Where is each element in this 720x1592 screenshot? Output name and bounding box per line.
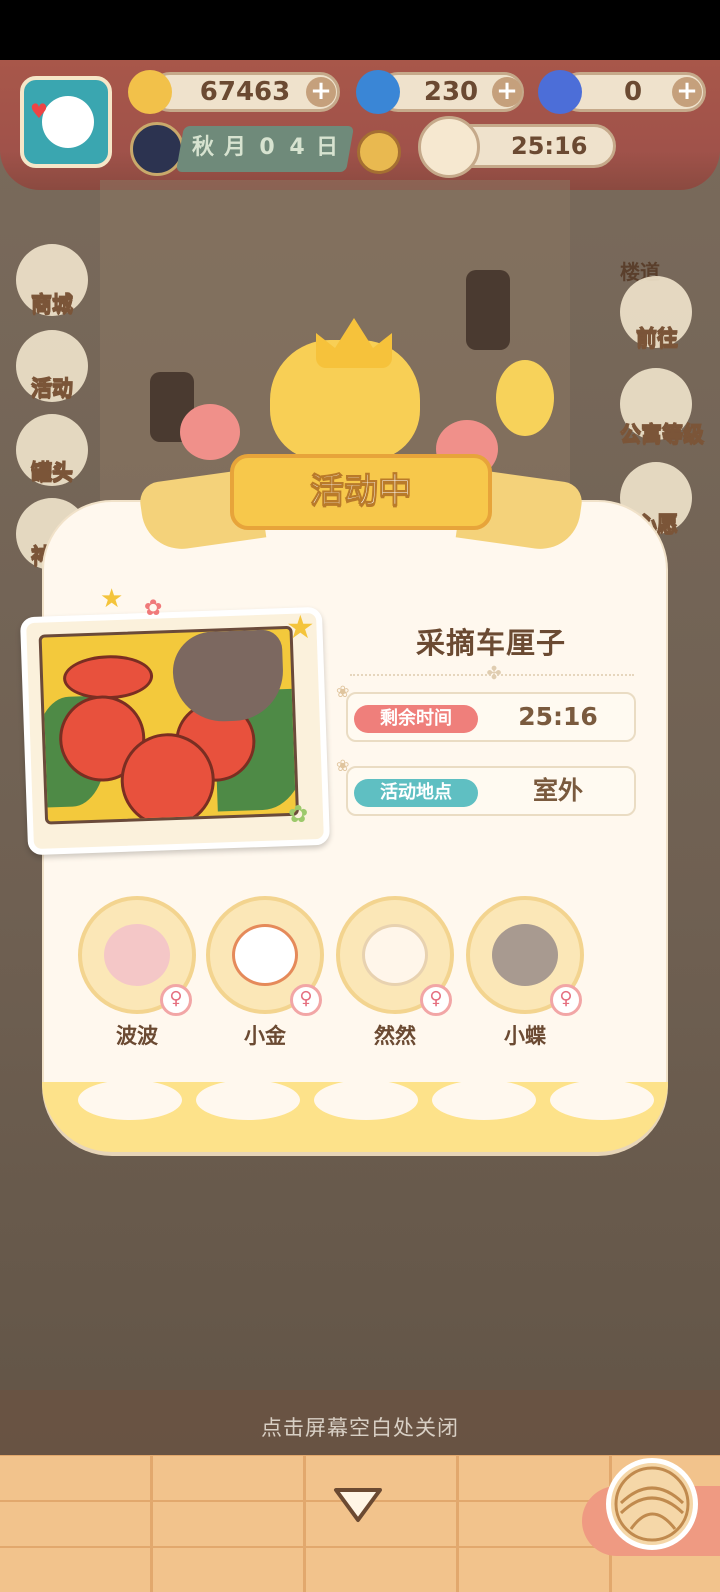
status-bar xyxy=(0,0,720,60)
scallop xyxy=(550,1080,654,1120)
remaining-time-value: 25:16 xyxy=(518,702,598,731)
heart-icon: ♥ xyxy=(30,99,48,123)
date-month-label: 月 xyxy=(223,135,246,160)
can-label: 罐头 xyxy=(31,460,74,485)
banana-icon xyxy=(128,70,172,114)
player-avatar[interactable]: ♥ xyxy=(20,76,112,168)
pink-pig-left xyxy=(180,404,240,460)
star-icon: ★ xyxy=(286,608,315,646)
female-icon: ♀ xyxy=(160,984,192,1016)
shop-label: 商城 xyxy=(31,292,74,317)
remaining-time-tag: 剩余时间 xyxy=(354,705,478,733)
scallop xyxy=(78,1080,182,1120)
cherry-icon xyxy=(62,653,154,701)
character-name: 然然 xyxy=(374,1024,416,1048)
event-label: 活动 xyxy=(31,376,74,401)
apartment-level-label: 公寓等级 xyxy=(620,422,705,447)
modal-banner: 活动中 xyxy=(230,454,492,530)
add-flame-button[interactable]: + xyxy=(492,77,522,107)
bug-character-icon xyxy=(492,924,558,986)
date-digit-1: 0 xyxy=(259,135,275,160)
scallop xyxy=(314,1080,418,1120)
female-icon: ♀ xyxy=(420,984,452,1016)
date-season: 秋 xyxy=(191,135,214,160)
date-day-label: 日 xyxy=(315,135,338,160)
lamp-right-decoration xyxy=(466,270,510,350)
yarn-ball-icon xyxy=(614,1466,690,1542)
cat-icon xyxy=(42,96,94,148)
yarn-ball-button[interactable] xyxy=(606,1458,698,1550)
cat-timer-icon xyxy=(418,116,480,178)
date-digit-2: 4 xyxy=(289,135,305,160)
blue-banana-icon xyxy=(538,70,582,114)
cupcake-character-icon xyxy=(104,924,170,986)
close-hint: 点击屏幕空白处关闭 xyxy=(261,1416,459,1440)
flower-icon: ✿ xyxy=(144,596,163,621)
flame-count: 230 xyxy=(423,77,479,107)
star-icon: ★ xyxy=(100,584,124,614)
character-name: 波波 xyxy=(116,1024,158,1048)
go-to-label: 前往 xyxy=(636,326,679,351)
blue-flame-icon xyxy=(356,70,400,114)
banana-count: 67463 xyxy=(199,77,291,107)
location-value: 室外 xyxy=(532,776,583,805)
balloon-decoration xyxy=(496,360,554,436)
flower-icon: ✿ xyxy=(288,800,309,828)
bun-character-icon xyxy=(362,924,428,986)
character-name: 小金 xyxy=(244,1024,286,1048)
add-banana-button[interactable]: + xyxy=(306,77,336,107)
scallop xyxy=(196,1080,300,1120)
add-blue-banana-button[interactable]: + xyxy=(672,77,702,107)
event-title: 采摘车厘子 xyxy=(415,626,566,660)
female-icon: ♀ xyxy=(290,984,322,1016)
chevron-down-icon xyxy=(334,1488,382,1522)
top-timer-value: 25:16 xyxy=(511,132,588,160)
cherry-illustration xyxy=(38,625,300,825)
character-name: 小蝶 xyxy=(504,1024,546,1048)
location-tag: 活动地点 xyxy=(354,779,478,807)
blue-banana-count: 0 xyxy=(623,77,643,107)
event-photo xyxy=(19,606,331,856)
scallop xyxy=(432,1080,536,1120)
location-row: 活动地点 室外 xyxy=(346,766,636,816)
weather-sun-button[interactable] xyxy=(357,130,401,174)
collapse-button[interactable] xyxy=(332,1486,384,1526)
female-icon: ♀ xyxy=(550,984,582,1016)
spotted-dog-character-icon xyxy=(232,924,298,986)
clover-icon: ✤ xyxy=(486,663,502,684)
remaining-time-row: 剩余时间 25:16 xyxy=(346,692,636,742)
